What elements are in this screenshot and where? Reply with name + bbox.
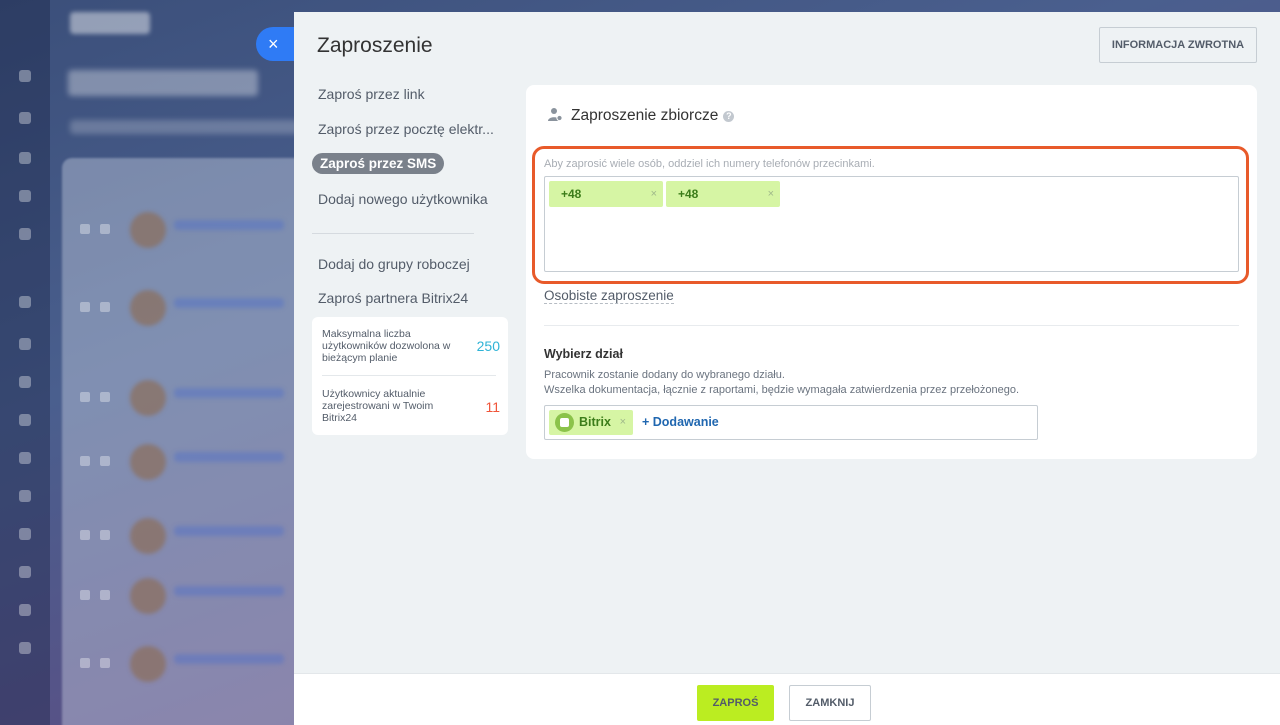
users-icon [548, 107, 563, 127]
card-title-text: Zaproszenie zbiorcze [571, 107, 719, 124]
stat-registered-label: Użytkownicy aktualnie zarejestrowani w T… [322, 388, 434, 424]
menu-item-invite-link[interactable]: Zaproś przez link [318, 86, 425, 102]
phone-chip[interactable]: +48 × [666, 181, 780, 207]
stat-max-users: Maksymalna liczba użytkowników dozwolona… [322, 328, 500, 364]
panel-title: Zaproszenie [317, 34, 433, 57]
background-row [70, 646, 300, 686]
phone-chip[interactable]: +48 × [549, 181, 663, 207]
department-chip-label: Bitrix [579, 415, 611, 429]
phone-input-hint: Aby zaprosić wiele osób, oddziel ich num… [544, 158, 875, 170]
phone-chip-value: +48 [678, 187, 699, 201]
close-icon: × [268, 34, 279, 54]
remove-chip-icon[interactable]: × [768, 181, 774, 207]
background-left-bar [0, 0, 50, 725]
remove-chip-icon[interactable]: × [651, 181, 657, 207]
department-chip[interactable]: Bitrix × [549, 410, 633, 435]
add-department-link[interactable]: + Dodawanie [642, 406, 719, 439]
department-desc-line: Wszelka dokumentacja, łącznie z raportam… [544, 384, 1020, 396]
menu-item-invite-sms[interactable]: Zaproś przez SMS [312, 153, 445, 174]
background-row [70, 578, 300, 618]
card-title: Zaproszenie zbiorcze? [548, 107, 735, 127]
background-row [70, 518, 300, 558]
personal-invite-link[interactable]: Osobiste zaproszenie [544, 288, 674, 304]
feedback-button[interactable]: INFORMACJA ZWROTNA [1099, 27, 1257, 63]
stat-registered-users: Użytkownicy aktualnie zarejestrowani w T… [322, 388, 500, 424]
card-divider [544, 325, 1239, 326]
user-limit-stats: Maksymalna liczba użytkowników dozwolona… [312, 317, 508, 435]
phone-chip-value: +48 [561, 187, 582, 201]
menu-item-invite-email[interactable]: Zaproś przez pocztę elektr... [318, 121, 494, 137]
bulk-invite-card: Zaproszenie zbiorcze? Aby zaprosić wiele… [526, 85, 1257, 459]
background-row [70, 290, 300, 330]
department-selector[interactable]: Bitrix × + Dodawanie [544, 405, 1038, 440]
background-subtitle [70, 120, 300, 134]
remove-department-icon[interactable]: × [620, 410, 626, 435]
department-title: Wybierz dział [544, 347, 623, 361]
invite-button[interactable]: ZAPROŚ [697, 685, 774, 721]
stats-divider [322, 375, 496, 376]
panel-footer: ZAPROŚ ZAMKNIJ [294, 673, 1280, 725]
menu-divider [312, 233, 474, 234]
stat-max-users-value: 250 [476, 338, 500, 354]
close-slider-button[interactable]: × [256, 27, 296, 61]
close-button[interactable]: ZAMKNIJ [789, 685, 871, 721]
invite-panel: Zaproszenie INFORMACJA ZWROTNA Zaproś pr… [294, 12, 1280, 725]
department-desc-line: Pracownik zostanie dodany do wybranego d… [544, 369, 785, 381]
menu-item-add-to-workgroup[interactable]: Dodaj do grupy roboczej [318, 256, 470, 272]
background-title [68, 70, 258, 96]
background-row [70, 380, 300, 420]
stat-max-users-label: Maksymalna liczba użytkowników dozwolona… [322, 328, 451, 364]
help-icon[interactable]: ? [723, 111, 735, 122]
phone-numbers-input[interactable]: +48 × +48 × [544, 176, 1239, 272]
background-row [70, 212, 300, 252]
department-description: Pracownik zostanie dodany do wybranego d… [544, 368, 1019, 398]
menu-item-add-user[interactable]: Dodaj nowego użytkownika [318, 191, 488, 207]
department-icon [555, 413, 574, 432]
background-row [70, 444, 300, 484]
stat-registered-value: 11 [485, 399, 500, 415]
menu-item-invite-partner[interactable]: Zaproś partnera Bitrix24 [318, 290, 468, 306]
